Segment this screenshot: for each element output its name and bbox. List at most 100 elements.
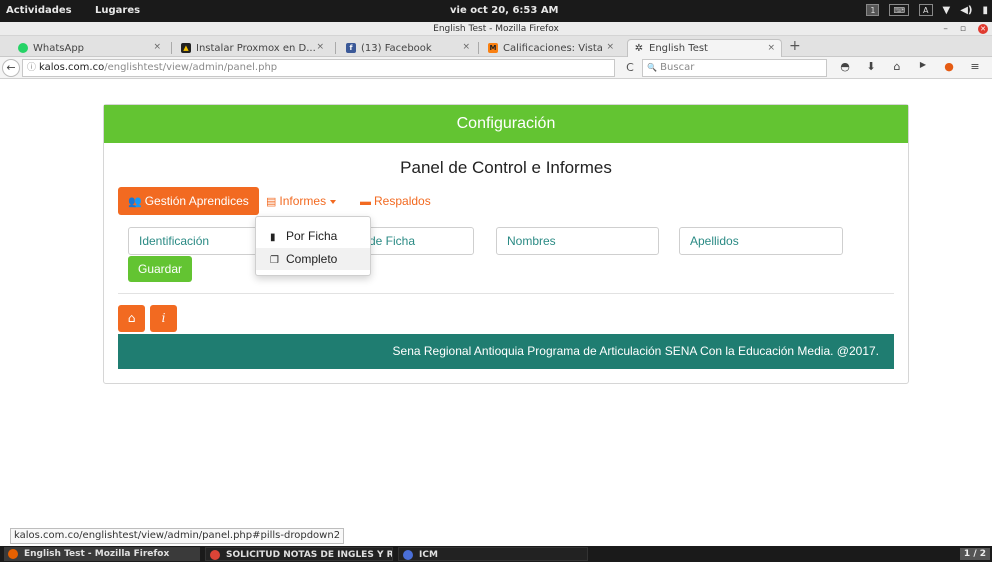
- taskbar-label: English Test - Mozilla Firefox: [24, 549, 170, 559]
- caret-down-icon: [330, 199, 337, 204]
- tab-separator: [335, 42, 336, 54]
- sena-icon: ✲: [634, 42, 644, 54]
- info-button[interactable]: i: [150, 305, 177, 332]
- tab-label: Instalar Proxmox en D...: [196, 42, 316, 54]
- tab-whatsapp[interactable]: WhatsApp ×: [12, 39, 167, 57]
- search-placeholder: Buscar: [660, 62, 695, 73]
- page-footer: Sena Regional Antioquia Programa de Arti…: [118, 334, 894, 369]
- tab-strip: WhatsApp × ▲ Instalar Proxmox en D... × …: [0, 36, 992, 57]
- clipboard-icon: ▮: [270, 232, 276, 243]
- search-icon: 🔍: [647, 63, 657, 72]
- toolbar-icons: ◓ ⬇ ⌂ ▶ ● ≡: [838, 60, 982, 73]
- places-menu[interactable]: Lugares: [95, 5, 140, 16]
- whatsapp-icon: [18, 43, 28, 53]
- tab-facebook[interactable]: f (13) Facebook ×: [340, 39, 476, 57]
- activities-button[interactable]: Actividades: [6, 5, 72, 16]
- status-link-preview: kalos.com.co/englishtest/view/admin/pane…: [10, 528, 345, 544]
- tab-close-icon[interactable]: ×: [606, 42, 614, 52]
- taskbar-chrome[interactable]: SOLICITUD NOTAS DE INGLES Y R...: [205, 547, 393, 561]
- pill-label: Informes: [279, 194, 327, 208]
- tux-icon: ▲: [181, 43, 191, 53]
- workspace-pager[interactable]: 1 / 2: [959, 548, 990, 560]
- wifi-icon[interactable]: ▼: [943, 5, 951, 16]
- new-tab-button[interactable]: +: [789, 38, 801, 54]
- page-title: Panel de Control e Informes: [400, 158, 612, 177]
- window-title-bar: English Test - Mozilla Firefox – ▫ ✕: [0, 22, 992, 36]
- dropdown-item-por-ficha[interactable]: ▮ Por Ficha: [256, 225, 370, 247]
- back-button[interactable]: ←: [2, 59, 20, 77]
- battery-icon[interactable]: ▮: [982, 5, 988, 16]
- tab-separator: [171, 42, 172, 54]
- home-button[interactable]: ⌂: [118, 305, 145, 332]
- tab-close-icon[interactable]: ×: [153, 42, 161, 52]
- tab-label: WhatsApp: [33, 42, 85, 54]
- home-icon: ⌂: [127, 311, 136, 325]
- home-icon[interactable]: ⌂: [890, 60, 904, 73]
- icm-icon: [403, 550, 413, 560]
- window-title: English Test - Mozilla Firefox: [433, 24, 559, 34]
- reload-button[interactable]: C: [619, 59, 641, 77]
- minimize-button[interactable]: –: [943, 22, 948, 36]
- tab-calificaciones[interactable]: M Calificaciones: Vista ×: [482, 39, 620, 57]
- input-method-icon[interactable]: A: [919, 4, 933, 16]
- close-window-button[interactable]: ✕: [978, 24, 988, 34]
- copy-icon: ❐: [270, 255, 279, 266]
- pill-label: Respaldos: [374, 194, 431, 208]
- url-domain: kalos.com.co: [39, 62, 105, 73]
- download-icon[interactable]: ⬇: [864, 60, 878, 73]
- save-button[interactable]: Guardar: [128, 256, 193, 282]
- dropdown-item-completo[interactable]: ❐ Completo: [256, 248, 370, 270]
- info-icon: i: [161, 311, 166, 325]
- pocket-icon[interactable]: ◓: [838, 60, 852, 73]
- taskbar-label: ICM: [419, 550, 438, 560]
- apellidos-field[interactable]: Apellidos: [679, 227, 843, 255]
- tab-close-icon[interactable]: ×: [767, 43, 775, 53]
- moodle-icon: M: [488, 43, 498, 53]
- firefox-icon: [8, 549, 18, 559]
- restore-button[interactable]: ▫: [960, 22, 966, 36]
- tab-close-icon[interactable]: ×: [316, 42, 324, 52]
- navigation-bar: ← ⓘ kalos.com.co/englishtest/view/admin/p…: [0, 57, 992, 79]
- tab-label: Calificaciones: Vista: [503, 42, 603, 54]
- identificacion-field[interactable]: Identificación: [128, 227, 258, 255]
- pill-label: Gestión Aprendices: [144, 194, 249, 208]
- users-icon: 👥: [128, 196, 142, 208]
- folder-icon: ▬: [360, 196, 371, 208]
- taskbar-firefox[interactable]: English Test - Mozilla Firefox: [4, 547, 200, 561]
- url-bar[interactable]: ⓘ kalos.com.co/englishtest/view/admin/pan…: [22, 59, 615, 77]
- youtube-icon[interactable]: ▶: [916, 60, 930, 73]
- tab-separator: [478, 42, 479, 54]
- url-path: /englishtest/view/admin/panel.php: [104, 62, 278, 73]
- chrome-icon: [210, 550, 220, 560]
- taskbar: English Test - Mozilla Firefox SOLICITUD…: [0, 546, 992, 562]
- nombres-field[interactable]: Nombres: [496, 227, 659, 255]
- site-info-icon[interactable]: ⓘ: [27, 63, 36, 73]
- config-card: Configuración Panel de Control e Informe…: [103, 104, 909, 384]
- tab-close-icon[interactable]: ×: [462, 42, 470, 52]
- card-header: Configuración: [104, 105, 908, 143]
- taskbar-label: SOLICITUD NOTAS DE INGLES Y R...: [226, 550, 393, 560]
- facebook-icon: f: [346, 43, 356, 53]
- tab-label: (13) Facebook: [361, 42, 432, 54]
- search-input[interactable]: 🔍 Buscar: [642, 59, 827, 77]
- pill-respaldos[interactable]: ▬ Respaldos: [356, 187, 435, 215]
- tab-proxmox[interactable]: ▲ Instalar Proxmox en D... ×: [175, 39, 330, 57]
- keyboard-icon[interactable]: ⌨: [889, 4, 910, 16]
- clock[interactable]: vie oct 20, 6:53 AM: [450, 5, 559, 16]
- divider: [118, 293, 894, 294]
- dropdown-label: Completo: [286, 252, 338, 266]
- pill-informes-dropdown[interactable]: ▤ Informes: [262, 187, 340, 215]
- informes-dropdown-menu: ▮ Por Ficha ❐ Completo: [255, 216, 371, 276]
- extension-icon[interactable]: ●: [942, 60, 956, 73]
- gnome-top-bar: Actividades Lugares vie oct 20, 6:53 AM …: [0, 0, 992, 22]
- volume-icon[interactable]: ◀): [960, 5, 972, 16]
- pill-gestion-aprendices[interactable]: 👥 Gestión Aprendices: [118, 187, 259, 215]
- tab-label: English Test: [649, 43, 708, 54]
- tab-english-test[interactable]: ✲ English Test ×: [627, 39, 782, 57]
- system-tray: 1 ⌨ A ▼ ◀) ▮: [866, 4, 988, 16]
- dropdown-label: Por Ficha: [286, 229, 338, 243]
- taskbar-icm[interactable]: ICM: [398, 547, 588, 561]
- workspace-indicator[interactable]: 1: [866, 4, 880, 16]
- file-chart-icon: ▤: [266, 196, 277, 208]
- menu-icon[interactable]: ≡: [968, 60, 982, 73]
